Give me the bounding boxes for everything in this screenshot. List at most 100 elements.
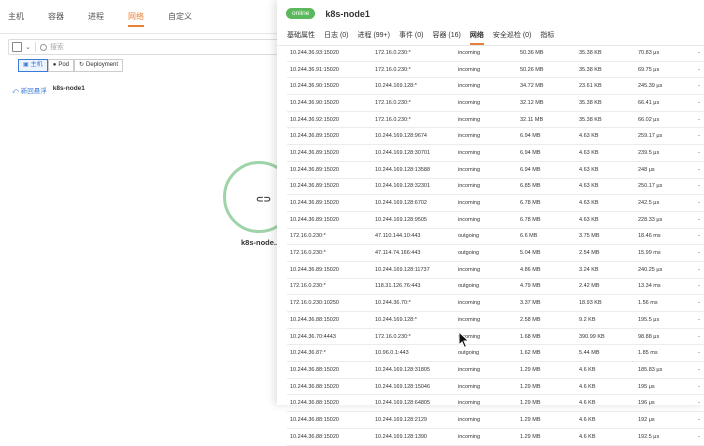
table-cell: incoming xyxy=(458,166,481,173)
view-deployment-label: Deployment xyxy=(86,62,119,68)
table-cell: 10.244.36.89:15020 xyxy=(290,266,339,273)
table-row[interactable]: 10.244.36.88:15020 10.244.169.128:2129 inc… xyxy=(287,412,704,429)
table-cell: incoming xyxy=(458,300,481,307)
table-cell: 1.56 ms xyxy=(638,300,658,307)
nav-network[interactable]: 网络 xyxy=(128,0,144,33)
table-cell: 35.38 KB xyxy=(579,116,602,123)
breadcrumb: ⤺ 新回悬浮 k8s-node1 xyxy=(12,85,85,96)
table-cell: 259.17 μs xyxy=(638,133,663,140)
table-cell: 250.17 μs xyxy=(638,183,663,190)
tab-processes[interactable]: 进程 (99+) xyxy=(358,27,390,45)
table-cell: 10.244.36.92:15020 xyxy=(290,116,339,123)
table-cell: 6.85 MB xyxy=(520,183,541,190)
table-cell: 35.38 KB xyxy=(579,66,602,73)
table-cell: 172.16.0.230:* xyxy=(375,66,411,73)
host-icon: ▣ xyxy=(23,62,29,68)
view-host-button[interactable]: ▣ 主机 xyxy=(18,59,48,72)
table-row[interactable]: 10.244.36.89:15020 10.244.169.128:6702 inc… xyxy=(287,195,704,212)
table-cell: 4.6 KB xyxy=(579,433,596,440)
search-filter[interactable]: ⌄ 搜索 xyxy=(8,39,280,55)
view-pod-button[interactable]: ● Pod xyxy=(47,59,74,72)
table-cell: incoming xyxy=(458,383,481,390)
table-row[interactable]: 10.244.36.90:15020 10.244.169.128:* incomi… xyxy=(287,78,704,96)
table-cell: 4.6 KB xyxy=(579,366,596,373)
table-cell: 32.11 MB xyxy=(520,116,544,123)
drawer-header: online k8s-node1 xyxy=(277,0,704,27)
table-row[interactable]: 172.16.0.230:* 47.114.74.166:443 outgoing 5… xyxy=(287,245,704,262)
table-row[interactable]: 10.244.36.89:15020 10.244.169.128:9505 inc… xyxy=(287,212,704,229)
table-cell: 1.85 ms xyxy=(638,350,658,357)
table-cell: 172.16.0.230:* xyxy=(290,283,326,290)
table-cell: 10.244.36.88:15020 xyxy=(290,316,339,323)
tab-logs[interactable]: 日志 (0) xyxy=(324,27,349,45)
table-row[interactable]: 10.244.36.70:4443 172.16.0.230:* incoming 1… xyxy=(287,329,704,346)
table-cell: - xyxy=(698,99,700,106)
table-cell: 10.244.36.70:* xyxy=(375,300,411,307)
table-row[interactable]: 10.244.36.89:15020 10.244.169.128:9674 inc… xyxy=(287,128,704,146)
table-row[interactable]: 10.244.36.87:* 10.96.0.1:443 outgoing 1.62 … xyxy=(287,345,704,363)
table-row[interactable]: 10.244.36.89:15020 10.244.169.128:11737 in… xyxy=(287,262,704,279)
tab-events[interactable]: 事件 (0) xyxy=(399,27,424,45)
table-cell: 10.244.169.128:1390 xyxy=(375,433,427,440)
table-row[interactable]: 10.244.36.92:15020 172.16.0.230:* incoming… xyxy=(287,112,704,129)
nav-process[interactable]: 进程 xyxy=(88,0,104,33)
table-cell: - xyxy=(698,133,700,140)
table-cell: 10.244.36.93:15020 xyxy=(290,49,339,56)
table-cell: - xyxy=(698,383,700,390)
table-cell: incoming xyxy=(458,316,481,323)
table-cell: 248 μs xyxy=(638,166,655,173)
tab-containers[interactable]: 容器 (16) xyxy=(432,27,460,45)
filter-icon[interactable] xyxy=(12,42,22,52)
tab-metrics[interactable]: 指标 xyxy=(540,27,554,45)
table-cell: 47.110.144.10:443 xyxy=(375,233,421,240)
table-cell: 15.99 ms xyxy=(638,250,661,257)
table-row[interactable]: 10.244.36.89:15020 10.244.169.128:30701 in… xyxy=(287,145,704,162)
tab-network[interactable]: 网络 xyxy=(469,27,484,45)
table-cell: 4.6 KB xyxy=(579,400,596,407)
table-row[interactable]: 10.244.36.90:15020 172.16.0.230:* incoming… xyxy=(287,95,704,112)
back-link[interactable]: ⤺ 新回悬浮 xyxy=(12,85,47,96)
table-cell: 240.25 μs xyxy=(638,266,663,273)
table-cell: incoming xyxy=(458,200,481,207)
table-cell: 1.29 MB xyxy=(520,383,541,390)
nav-container[interactable]: 容器 xyxy=(48,0,64,33)
table-row[interactable]: 10.244.36.88:15020 10.244.169.128:* incomi… xyxy=(287,312,704,329)
table-row[interactable]: 172.16.0.230:* 47.110.144.10:443 outgoing 6… xyxy=(287,229,704,246)
table-cell: 10.244.36.88:15020 xyxy=(290,433,339,440)
table-cell: 10.244.169.128:11737 xyxy=(375,266,430,273)
table-cell: 10.244.36.88:15020 xyxy=(290,366,339,373)
table-cell: 118.31.126.76:443 xyxy=(375,283,421,290)
table-row[interactable]: 172.16.0.230:10250 10.244.36.70:* incoming… xyxy=(287,295,704,312)
table-row[interactable]: 10.244.36.89:15020 10.244.169.128:32301 in… xyxy=(287,179,704,196)
tab-basic[interactable]: 基础属性 xyxy=(287,27,315,45)
table-cell: 10.244.36.89:15020 xyxy=(290,216,339,223)
link-icon: ⊂⊃ xyxy=(256,194,272,204)
table-cell: 172.16.0.230:* xyxy=(375,333,411,340)
deployment-icon: ↻ xyxy=(79,62,85,68)
table-row[interactable]: 172.16.0.230:* 118.31.126.76:443 outgoing 4… xyxy=(287,279,704,296)
table-cell: 10.244.169.128:32301 xyxy=(375,183,431,190)
nav-custom[interactable]: 自定义 xyxy=(168,0,192,33)
table-row[interactable]: 10.244.36.88:15020 10.244.169.128:31805 in… xyxy=(287,362,704,379)
table-cell: 192.5 μs xyxy=(638,433,660,440)
table-cell: 10.244.169.128:9674 xyxy=(375,133,427,140)
table-cell: 10.244.169.128:* xyxy=(375,83,417,90)
table-row[interactable]: 10.244.36.89:15020 10.244.169.128:13588 in… xyxy=(287,162,704,179)
chevron-down-icon[interactable]: ⌄ xyxy=(25,43,31,51)
nav-host[interactable]: 主机 xyxy=(8,0,24,33)
table-row[interactable]: 10.244.36.88:15020 10.244.169.128:15046 in… xyxy=(287,379,704,396)
table-cell: 10.244.36.87:* xyxy=(290,350,326,357)
search-placeholder[interactable]: 搜索 xyxy=(50,42,64,52)
back-link-label: 新回悬浮 xyxy=(20,88,47,95)
table-row[interactable]: 10.244.36.93:15020 172.16.0.230:* incoming… xyxy=(287,45,704,62)
table-row[interactable]: 10.244.36.88:15020 10.244.169.128:1390 inc… xyxy=(287,429,704,446)
table-cell: 172.16.0.230:* xyxy=(290,250,326,257)
pod-icon: ● xyxy=(52,62,57,68)
table-row[interactable]: 10.244.36.88:15020 10.244.169.128:64805 in… xyxy=(287,395,704,413)
table-row[interactable]: 10.244.36.91:15020 172.16.0.230:* incoming… xyxy=(287,62,704,79)
view-deployment-button[interactable]: ↻ Deployment xyxy=(74,59,124,72)
view-pod-label: Pod xyxy=(58,62,69,68)
divider xyxy=(34,42,36,52)
table-cell: 10.244.36.89:15020 xyxy=(290,200,339,207)
tab-security[interactable]: 安全巡检 (0) xyxy=(493,27,532,45)
